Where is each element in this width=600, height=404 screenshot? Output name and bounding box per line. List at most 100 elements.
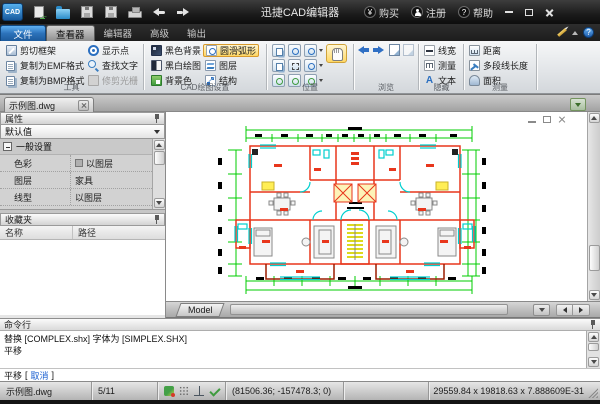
osnap-toggle-icon[interactable] bbox=[209, 386, 219, 396]
tab-editor[interactable]: 编辑器 bbox=[95, 25, 142, 41]
column-name[interactable]: 名称 bbox=[0, 226, 72, 239]
scrollbar-thumb[interactable] bbox=[589, 245, 600, 271]
find-text-button[interactable]: 查找文字 bbox=[86, 59, 140, 72]
minimize-button[interactable] bbox=[501, 5, 517, 20]
scroll-up-button[interactable] bbox=[589, 113, 600, 123]
black-bg-button[interactable]: 黑色背景 bbox=[149, 44, 203, 57]
quick-help-icon[interactable] bbox=[583, 27, 594, 38]
zoom-copy-button[interactable] bbox=[272, 59, 285, 72]
property-row-color[interactable]: 色彩 以图层 bbox=[0, 155, 152, 172]
vertical-scrollbar[interactable] bbox=[587, 112, 600, 301]
pan-hand-button[interactable] bbox=[326, 44, 347, 63]
ribbon-collapse-button[interactable] bbox=[572, 31, 578, 35]
resize-grip[interactable] bbox=[588, 386, 598, 398]
ortho-toggle-icon[interactable] bbox=[194, 386, 204, 396]
prompt-action: 平移 bbox=[4, 369, 22, 382]
copy-emf-button[interactable]: 复制为EMF格式 bbox=[4, 59, 86, 72]
scroll-up-button[interactable] bbox=[154, 140, 165, 150]
prompt-cancel-option[interactable]: 取消 bbox=[31, 369, 49, 382]
new-file-button[interactable] bbox=[30, 4, 48, 20]
tab-output[interactable]: 输出 bbox=[178, 25, 215, 41]
new-file-icon bbox=[34, 6, 44, 18]
scroll-right-button[interactable] bbox=[573, 304, 590, 316]
property-group-row[interactable]: 一般设置 bbox=[0, 139, 152, 155]
tab-advanced[interactable]: 高级 bbox=[141, 25, 178, 41]
close-button[interactable] bbox=[541, 5, 557, 20]
print-button[interactable] bbox=[126, 4, 144, 20]
line-width-toggle[interactable]: 线宽 bbox=[422, 44, 458, 57]
layout-list-button[interactable] bbox=[533, 304, 550, 316]
window-bottom-edge bbox=[0, 400, 600, 404]
zoom-in-button[interactable] bbox=[304, 44, 317, 57]
properties-title: 属性 bbox=[5, 112, 23, 125]
favorites-header: 收藏夹 bbox=[0, 213, 165, 226]
status-spacer bbox=[344, 382, 429, 400]
horizontal-scrollbar[interactable] bbox=[230, 304, 508, 315]
favorites-list[interactable] bbox=[0, 240, 165, 315]
save-button[interactable] bbox=[78, 4, 96, 20]
command-input-line[interactable]: 平移 [ 取消 ] bbox=[0, 368, 600, 381]
document-close-button[interactable] bbox=[78, 100, 89, 111]
zoom-out-dropdown[interactable] bbox=[319, 64, 323, 67]
status-file-name: 示例图.dwg bbox=[0, 382, 92, 400]
tab-viewer[interactable]: 查看器 bbox=[46, 25, 95, 41]
smooth-arc-button[interactable]: 圆滑弧形 bbox=[203, 44, 259, 57]
scroll-up-button[interactable] bbox=[588, 332, 599, 342]
scrollbar-thumb[interactable] bbox=[154, 151, 165, 165]
drawing-canvas[interactable] bbox=[166, 112, 600, 301]
app-logo-icon[interactable]: CAD bbox=[2, 3, 23, 21]
redo-button[interactable] bbox=[174, 4, 192, 20]
column-path[interactable]: 路径 bbox=[72, 226, 165, 239]
command-history[interactable]: 替换 [COMPLEX.shx] 字体为 [SIMPLEX.SHX] 平移 bbox=[0, 331, 586, 368]
bw-drawing-button[interactable]: 黑白绘图 bbox=[149, 59, 203, 72]
buy-button[interactable]: ¥ 购买 bbox=[359, 5, 404, 20]
measure-toggle[interactable]: 测量 bbox=[422, 59, 458, 72]
save-as-button[interactable] bbox=[102, 4, 120, 20]
open-file-button[interactable] bbox=[54, 4, 72, 20]
distance-button[interactable]: 距离 bbox=[467, 44, 503, 57]
grid-toggle-icon[interactable] bbox=[179, 386, 189, 396]
canvas-close-button[interactable] bbox=[558, 115, 566, 123]
command-scrollbar[interactable] bbox=[586, 331, 600, 368]
style-pencil-icon[interactable] bbox=[557, 28, 567, 37]
maximize-button[interactable] bbox=[521, 5, 537, 20]
scroll-down-button[interactable] bbox=[588, 357, 599, 367]
snap-toggle-icon[interactable] bbox=[164, 386, 174, 396]
view-back-button[interactable] bbox=[358, 46, 369, 54]
command-pin-icon[interactable] bbox=[589, 320, 596, 329]
zoom-window-button[interactable] bbox=[272, 44, 285, 57]
collapse-group-icon[interactable] bbox=[3, 142, 12, 151]
property-row-layer[interactable]: 图层 家具 bbox=[0, 172, 152, 189]
previous-view-button[interactable] bbox=[389, 44, 400, 56]
favorites-pin-icon[interactable] bbox=[153, 215, 160, 224]
help-button[interactable]: ? 帮助 bbox=[453, 5, 498, 20]
scroll-down-button[interactable] bbox=[154, 198, 165, 208]
scroll-down-button[interactable] bbox=[589, 290, 600, 300]
cut-frame-button[interactable]: 剪切框架 bbox=[4, 44, 58, 57]
zoom-out-button[interactable] bbox=[304, 59, 317, 72]
show-points-button[interactable]: 显示点 bbox=[86, 44, 131, 57]
undo-button[interactable] bbox=[150, 4, 168, 20]
canvas-minimize-button[interactable] bbox=[528, 121, 536, 123]
register-button[interactable]: 注册 bbox=[406, 5, 451, 20]
scroll-left-button[interactable] bbox=[556, 304, 573, 316]
preset-dropdown[interactable]: 默认值 bbox=[0, 125, 165, 139]
zoom-extents-button[interactable] bbox=[288, 59, 301, 72]
scrollbar-thumb[interactable] bbox=[588, 343, 599, 351]
model-tab[interactable]: Model bbox=[175, 303, 224, 317]
properties-pin-icon[interactable] bbox=[153, 114, 160, 123]
document-tab[interactable]: 示例图.dwg bbox=[4, 97, 94, 113]
zoom-in-dropdown[interactable] bbox=[319, 49, 323, 52]
property-row-linetype[interactable]: 线型 以图层 bbox=[0, 189, 152, 206]
document-tab-bar: 示例图.dwg bbox=[0, 94, 600, 112]
layers-button[interactable]: 图层 bbox=[203, 59, 239, 72]
panel-expand-button[interactable] bbox=[570, 98, 586, 111]
polyline-length-button[interactable]: 多段线长度 bbox=[467, 59, 530, 72]
view-forward-button[interactable] bbox=[373, 46, 384, 54]
distance-label: 距离 bbox=[483, 44, 501, 57]
ribbon-group-measure: 距离 多段线长度 面积 测量 bbox=[465, 41, 535, 93]
file-menu-button[interactable]: 文件 bbox=[0, 25, 46, 41]
canvas-restore-button[interactable] bbox=[543, 116, 551, 123]
properties-scrollbar[interactable] bbox=[152, 139, 165, 209]
zoom-select-button[interactable] bbox=[288, 44, 301, 57]
